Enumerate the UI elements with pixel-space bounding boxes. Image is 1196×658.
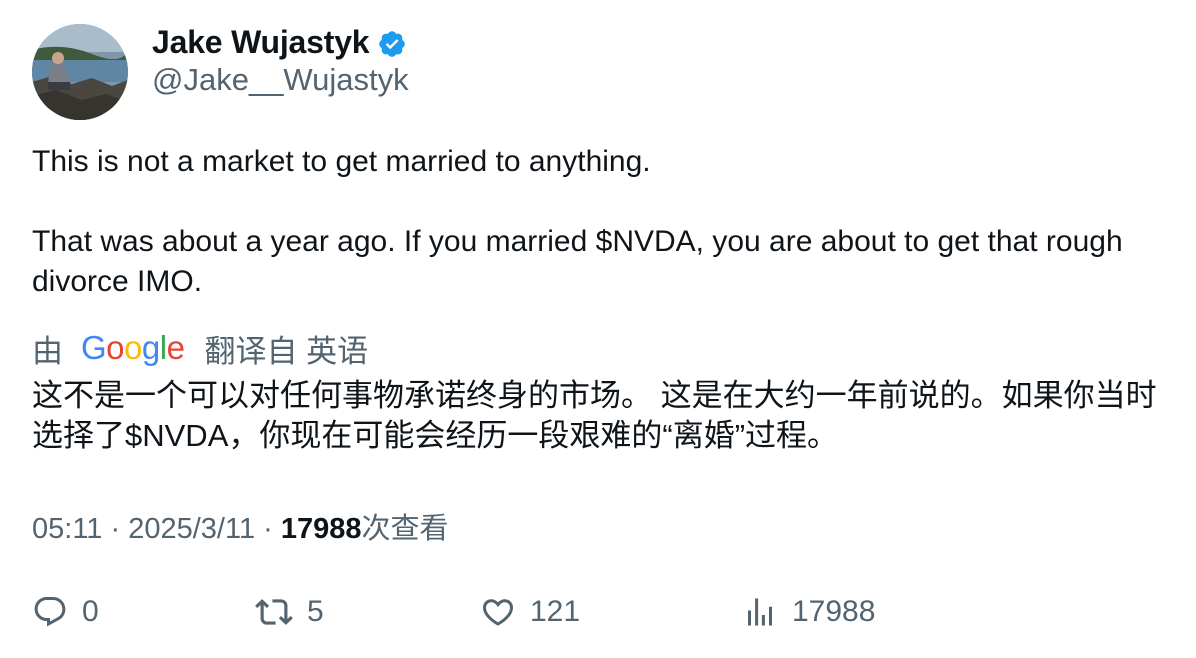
views-action-count: 17988 bbox=[792, 595, 876, 628]
google-logo-letter: o bbox=[106, 329, 125, 366]
google-logo-letter: o bbox=[124, 329, 142, 366]
translation-attribution[interactable]: 由 Google 翻译自 英语 bbox=[32, 328, 369, 369]
author-handle[interactable]: @Jake__Wujastyk bbox=[152, 62, 409, 98]
heart-icon bbox=[480, 594, 516, 630]
reply-button[interactable]: 0 bbox=[32, 590, 99, 634]
reply-icon bbox=[32, 594, 68, 630]
translated-from-label: 翻译自 英语 bbox=[204, 333, 369, 369]
translated-text: 这不是一个可以对任何事物承诺终身的市场。 这是在大约一年前说的。如果你当时选择了… bbox=[32, 378, 1157, 453]
tweet-paragraph-1: This is not a market to get married to a… bbox=[32, 145, 651, 178]
tweet-time[interactable]: 05:11 bbox=[32, 513, 102, 546]
reply-count: 0 bbox=[82, 595, 99, 628]
like-count: 121 bbox=[530, 595, 581, 628]
retweet-button[interactable]: 5 bbox=[255, 590, 324, 634]
avatar-image bbox=[32, 24, 128, 120]
views-button[interactable]: 17988 bbox=[742, 590, 875, 634]
tweet-paragraph-2: That was about a year ago. If you marrie… bbox=[32, 225, 1123, 298]
translated-by-label: 由 bbox=[32, 333, 63, 369]
like-button[interactable]: 121 bbox=[480, 590, 580, 634]
meta-separator: · bbox=[110, 513, 121, 545]
author-name-row[interactable]: Jake Wujastyk bbox=[152, 22, 407, 62]
author-name[interactable]: Jake Wujastyk bbox=[152, 24, 370, 61]
retweet-count: 5 bbox=[307, 595, 324, 628]
verified-badge-icon bbox=[377, 29, 407, 59]
analytics-icon bbox=[742, 594, 778, 630]
tweet-actions: 0 5 121 17988 bbox=[0, 590, 1196, 634]
google-logo: Google bbox=[81, 329, 185, 367]
avatar[interactable] bbox=[32, 24, 128, 120]
tweet-card: Jake Wujastyk @Jake__Wujastyk This is no… bbox=[0, 0, 1196, 658]
tweet-meta: 05:11 · 2025/3/11 · 17988 次查看 bbox=[32, 505, 449, 547]
retweet-icon bbox=[255, 593, 293, 631]
meta-separator: · bbox=[263, 513, 273, 545]
views-label: 次查看 bbox=[361, 513, 449, 545]
google-logo-letter: e bbox=[166, 329, 185, 366]
google-logo-letter: g bbox=[141, 329, 160, 366]
google-logo-letter: G bbox=[81, 329, 107, 366]
google-logo-letter: l bbox=[159, 329, 167, 366]
tweet-text: This is not a market to get married to a… bbox=[32, 142, 1152, 302]
tweet-date[interactable]: 2025/3/11 bbox=[128, 513, 255, 546]
views-count: 17988 bbox=[280, 513, 362, 545]
